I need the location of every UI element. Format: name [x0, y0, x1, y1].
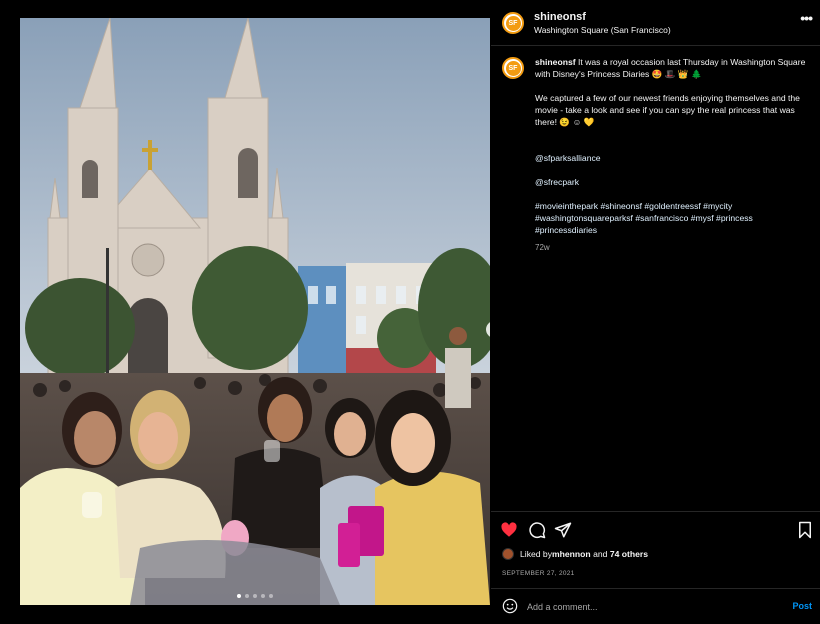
- post-comment-button[interactable]: Post: [792, 601, 812, 611]
- caption-avatar[interactable]: SF: [502, 57, 524, 79]
- likes-others[interactable]: 74 others: [610, 549, 648, 559]
- comment-input[interactable]: [527, 598, 777, 616]
- mention-link[interactable]: @sfrecpark: [535, 177, 579, 187]
- likes-summary[interactable]: Liked by mhennon and 74 others: [502, 548, 648, 560]
- carousel-dot: [269, 594, 273, 598]
- action-bar: [491, 511, 820, 547]
- author-avatar[interactable]: SF: [502, 12, 524, 34]
- more-horizontal-icon[interactable]: •••: [800, 10, 813, 26]
- post-photo: [20, 18, 490, 605]
- caption-username[interactable]: shineonsf: [535, 57, 576, 67]
- mention-link[interactable]: @sfparksalliance: [535, 153, 601, 163]
- hashtags[interactable]: #movieinthepark #shineonsf #goldentreess…: [535, 200, 815, 236]
- caption-paragraph: We captured a few of our newest friends …: [535, 93, 800, 127]
- post-header: SF shineonsf Washington Square (San Fran…: [491, 0, 820, 46]
- author-username[interactable]: shineonsf: [534, 11, 586, 23]
- emoji-icon[interactable]: [502, 598, 518, 614]
- heart-icon[interactable]: [500, 521, 518, 539]
- caption-text: shineonsf It was a royal occasion last T…: [535, 56, 815, 266]
- caption-body: It was a royal occasion last Thursday in…: [535, 57, 806, 79]
- post-date: SEPTEMBER 27, 2021: [502, 570, 575, 577]
- share-icon[interactable]: [554, 521, 572, 539]
- carousel-dot: [245, 594, 249, 598]
- post-location[interactable]: Washington Square (San Francisco): [534, 25, 671, 35]
- carousel-indicator: [20, 594, 490, 598]
- bookmark-icon[interactable]: [796, 521, 814, 539]
- liker-username[interactable]: mhennon: [552, 549, 591, 559]
- comment-icon[interactable]: [528, 521, 546, 539]
- post-panel: SF shineonsf Washington Square (San Fran…: [491, 0, 820, 624]
- post-image[interactable]: [20, 18, 490, 605]
- comment-bar: Post: [491, 588, 820, 624]
- carousel-dot: [237, 594, 241, 598]
- liker-avatar: [502, 548, 514, 560]
- carousel-dot: [261, 594, 265, 598]
- carousel-dot: [253, 594, 257, 598]
- caption-age: 72w: [535, 243, 550, 252]
